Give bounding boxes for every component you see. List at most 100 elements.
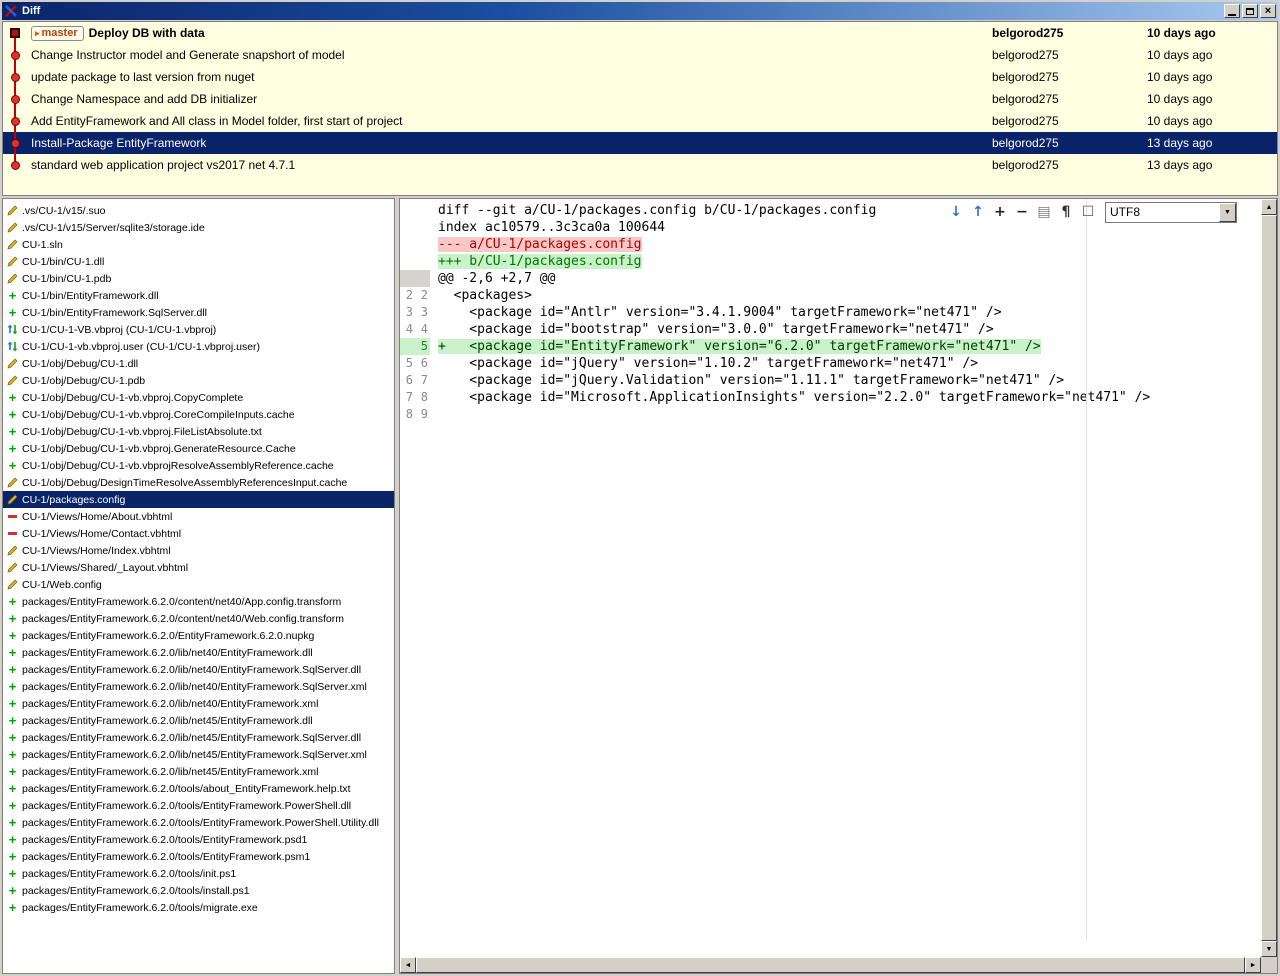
- file-row[interactable]: CU-1/CU-1-vb.vbproj.user (CU-1/CU-1.vbpr…: [3, 338, 394, 355]
- scroll-up-button[interactable]: ▲: [1261, 199, 1277, 215]
- commit-date: 13 days ago: [1147, 158, 1213, 172]
- file-name: CU-1/packages.config: [22, 493, 126, 506]
- file-row[interactable]: + packages/EntityFramework.6.2.0/content/…: [3, 593, 394, 610]
- show-entire-file-button[interactable]: ▤: [1033, 201, 1055, 223]
- commit-row[interactable]: standard web application project vs2017 …: [3, 154, 1277, 176]
- file-row[interactable]: CU-1/bin/CU-1.pdb: [3, 270, 394, 287]
- file-row[interactable]: + CU-1/bin/EntityFramework.SqlServer.dll: [3, 304, 394, 321]
- plus-icon: +: [8, 458, 17, 473]
- horizontal-scroll-thumb[interactable]: [416, 957, 1245, 973]
- file-row[interactable]: CU-1/Views/Home/Index.vbhtml: [3, 542, 394, 559]
- file-row[interactable]: + packages/EntityFramework.6.2.0/lib/net4…: [3, 763, 394, 780]
- commit-row[interactable]: update package to last version from nuge…: [3, 66, 1277, 88]
- file-row[interactable]: + packages/EntityFramework.6.2.0/tools/En…: [3, 848, 394, 865]
- file-row[interactable]: + packages/EntityFramework.6.2.0/tools/mi…: [3, 899, 394, 916]
- file-name: packages/EntityFramework.6.2.0/tools/Ent…: [22, 816, 379, 829]
- commit-message-text: Change Namespace and add DB initializer: [31, 92, 258, 106]
- file-row[interactable]: + packages/EntityFramework.6.2.0/tools/En…: [3, 797, 394, 814]
- new-line-number: [415, 219, 430, 236]
- file-name: CU-1/bin/EntityFramework.SqlServer.dll: [22, 306, 207, 319]
- file-row[interactable]: + packages/EntityFramework.6.2.0/tools/in…: [3, 865, 394, 882]
- file-row[interactable]: + CU-1/obj/Debug/CU-1-vb.vbproj.GenerateR…: [3, 440, 394, 457]
- file-row[interactable]: CU-1/obj/Debug/CU-1.pdb: [3, 372, 394, 389]
- file-row[interactable]: CU-1/Views/Home/About.vbhtml: [3, 508, 394, 525]
- commit-row[interactable]: Install-Package EntityFramework belgorod2…: [3, 132, 1277, 154]
- plus-icon: +: [8, 594, 17, 609]
- file-row[interactable]: + packages/EntityFramework.6.2.0/tools/En…: [3, 814, 394, 831]
- plus-icon: +: [8, 628, 17, 643]
- commit-author: belgorod275: [992, 92, 1059, 106]
- diff-horizontal-scrollbar[interactable]: ◄ ►: [400, 957, 1261, 973]
- file-row[interactable]: CU-1.sln: [3, 236, 394, 253]
- file-row[interactable]: + packages/EntityFramework.6.2.0/lib/net4…: [3, 678, 394, 695]
- file-row[interactable]: CU-1/CU-1-VB.vbproj (CU-1/CU-1.vbproj): [3, 321, 394, 338]
- vertical-scroll-thumb[interactable]: [1261, 215, 1277, 941]
- commit-message: ▸ master Deploy DB with data: [27, 25, 992, 41]
- minimize-button[interactable]: [1224, 4, 1240, 18]
- pencil-icon: [6, 579, 19, 590]
- file-row[interactable]: CU-1/Views/Home/Contact.vbhtml: [3, 525, 394, 542]
- file-name: CU-1/obj/Debug/CU-1-vb.vbproj.GenerateRe…: [22, 442, 296, 455]
- file-row[interactable]: CU-1/packages.config: [3, 491, 394, 508]
- file-name: packages/EntityFramework.6.2.0/content/n…: [22, 612, 344, 625]
- file-row[interactable]: CU-1/Web.config: [3, 576, 394, 593]
- pencil-icon: [6, 358, 19, 369]
- commit-author: belgorod275: [992, 48, 1059, 62]
- file-row[interactable]: + packages/EntityFramework.6.2.0/lib/net4…: [3, 695, 394, 712]
- plus-icon: +: [8, 781, 17, 796]
- file-row[interactable]: + packages/EntityFramework.6.2.0/lib/net4…: [3, 644, 394, 661]
- plus-icon: +: [8, 662, 17, 677]
- word-wrap-button[interactable]: ☐: [1077, 201, 1099, 223]
- close-icon: ×: [1264, 5, 1272, 17]
- scroll-right-button[interactable]: ►: [1245, 957, 1261, 973]
- file-row[interactable]: + CU-1/obj/Debug/CU-1-vb.vbproj.FileListA…: [3, 423, 394, 440]
- maximize-button[interactable]: [1242, 4, 1258, 18]
- increase-context-button[interactable]: +: [989, 201, 1011, 223]
- commit-row[interactable]: ▸ master Deploy DB with data belgorod275 10 …: [3, 22, 1277, 44]
- new-line-number: [415, 202, 430, 219]
- file-name: packages/EntityFramework.6.2.0/lib/net45…: [22, 765, 319, 778]
- file-row[interactable]: .vs/CU-1/v15/.suo: [3, 202, 394, 219]
- file-row[interactable]: CU-1/obj/Debug/CU-1.dll: [3, 355, 394, 372]
- pencil-icon: [6, 545, 19, 556]
- file-row[interactable]: + packages/EntityFramework.6.2.0/lib/net4…: [3, 661, 394, 678]
- file-row[interactable]: + packages/EntityFramework.6.2.0/lib/net4…: [3, 712, 394, 729]
- commit-message: standard web application project vs2017 …: [27, 158, 992, 172]
- diff-vertical-scrollbar[interactable]: ▲ ▼: [1261, 199, 1277, 957]
- file-row[interactable]: + packages/EntityFramework.6.2.0/tools/in…: [3, 882, 394, 899]
- file-row[interactable]: + packages/EntityFramework.6.2.0/content/…: [3, 610, 394, 627]
- new-line-number: 6: [420, 356, 428, 370]
- show-nonprinting-button[interactable]: ¶: [1055, 201, 1077, 223]
- scroll-left-button[interactable]: ◄: [400, 957, 416, 973]
- commit-node-icon: [10, 50, 20, 60]
- file-row[interactable]: CU-1/Views/Shared/_Layout.vbhtml: [3, 559, 394, 576]
- scroll-down-button[interactable]: ▼: [1261, 941, 1277, 957]
- file-row[interactable]: CU-1/bin/CU-1.dll: [3, 253, 394, 270]
- titlebar[interactable]: Diff ×: [2, 2, 1278, 20]
- file-row[interactable]: + packages/EntityFramework.6.2.0/lib/net4…: [3, 729, 394, 746]
- arrow-down-icon: ↓: [950, 204, 962, 220]
- commit-row[interactable]: Change Instructor model and Generate sna…: [3, 44, 1277, 66]
- file-row[interactable]: + packages/EntityFramework.6.2.0/tools/En…: [3, 831, 394, 848]
- previous-difference-button[interactable]: ↑: [967, 201, 989, 223]
- file-row[interactable]: + CU-1/bin/EntityFramework.dll: [3, 287, 394, 304]
- plus-icon: +: [8, 747, 17, 762]
- next-difference-button[interactable]: ↓: [945, 201, 967, 223]
- file-row[interactable]: + packages/EntityFramework.6.2.0/EntityFr…: [3, 627, 394, 644]
- minimize-icon: [1228, 13, 1236, 16]
- file-row[interactable]: + CU-1/obj/Debug/CU-1-vb.vbproj.CoreCompi…: [3, 406, 394, 423]
- file-row[interactable]: + CU-1/obj/Debug/CU-1-vb.vbproj.CopyCompl…: [3, 389, 394, 406]
- commit-row[interactable]: Add EntityFramework and All class in Mod…: [3, 110, 1277, 132]
- close-button[interactable]: ×: [1260, 4, 1276, 18]
- file-row[interactable]: CU-1/obj/Debug/DesignTimeResolveAssembly…: [3, 474, 394, 491]
- file-row[interactable]: + packages/EntityFramework.6.2.0/lib/net4…: [3, 746, 394, 763]
- decrease-context-button[interactable]: −: [1011, 201, 1033, 223]
- commit-node-icon: [10, 28, 20, 38]
- file-row[interactable]: + CU-1/obj/Debug/CU-1-vb.vbprojResolveAss…: [3, 457, 394, 474]
- commit-row[interactable]: Change Namespace and add DB initializer b…: [3, 88, 1277, 110]
- pencil-icon: [6, 494, 19, 505]
- file-row[interactable]: + packages/EntityFramework.6.2.0/tools/ab…: [3, 780, 394, 797]
- chevron-down-icon[interactable]: ▼: [1219, 202, 1236, 222]
- encoding-select[interactable]: UTF8 ▼: [1105, 201, 1237, 223]
- file-row[interactable]: .vs/CU-1/v15/Server/sqlite3/storage.ide: [3, 219, 394, 236]
